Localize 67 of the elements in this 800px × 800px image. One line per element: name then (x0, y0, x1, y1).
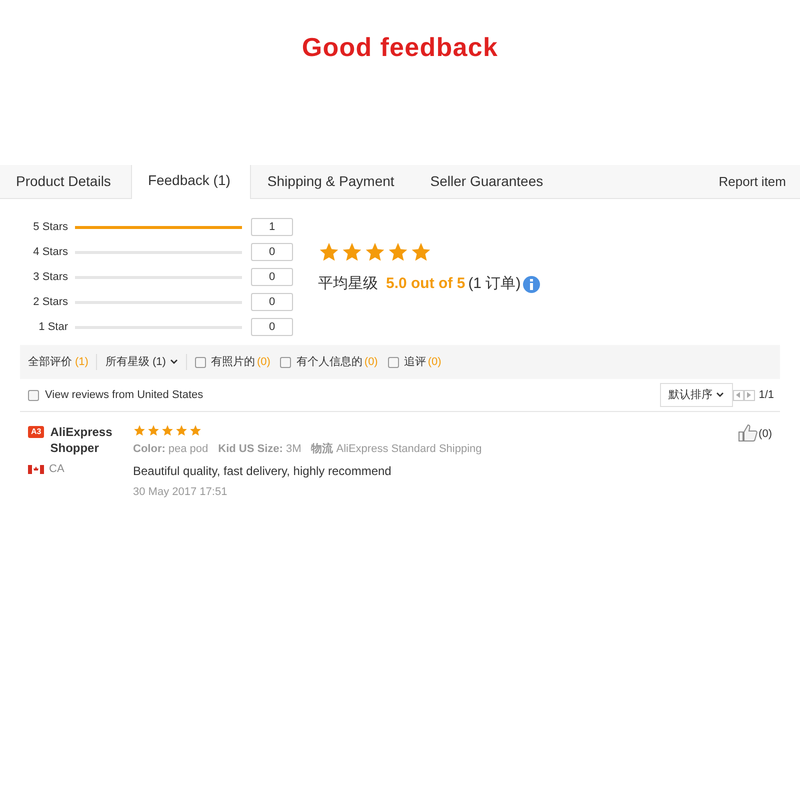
star-icon (189, 424, 202, 437)
star-icon (161, 424, 174, 437)
checkbox[interactable] (280, 356, 292, 368)
attribute-label: Color: (133, 442, 166, 457)
info-icon[interactable] (522, 276, 540, 293)
page-indicator: 1/1 (758, 388, 774, 403)
count-box: 0 (251, 268, 293, 286)
count-box: 0 (251, 243, 293, 261)
page-title: Good feedback (302, 32, 498, 62)
like-count: (0) (758, 427, 772, 442)
tab[interactable]: Feedback (1) (130, 165, 252, 199)
order-count: (1 订单) (468, 274, 521, 294)
star-icon (133, 424, 146, 437)
star-filter-dropdown[interactable]: 所有星级 (1) (105, 354, 187, 370)
tab[interactable]: Seller Guarantees (414, 165, 564, 198)
rating-label: 平均星级 (318, 274, 378, 294)
thumbs-up-icon[interactable] (738, 424, 758, 442)
star-level-label: 3 Stars (32, 270, 69, 285)
star-level-label: 4 Stars (32, 244, 69, 260)
filter-count: (0) (364, 354, 378, 370)
next-page-button[interactable] (744, 390, 755, 400)
filter-count: (1) (75, 354, 88, 370)
star-level-label: 5 Stars (32, 220, 69, 235)
caret-icon (736, 392, 740, 398)
sort-dropdown[interactable]: 默认排序 (660, 383, 733, 407)
attribute-value: 3M (286, 442, 302, 457)
chevron-icon (170, 359, 178, 365)
star-icon (147, 424, 160, 437)
count-box: 0 (251, 318, 293, 336)
tab[interactable]: Shipping & Payment (251, 165, 414, 198)
filter-count: (0) (428, 354, 442, 370)
star-icon (318, 241, 340, 263)
level-badge: A3 (28, 426, 44, 438)
filter-label: 追评 (404, 354, 426, 370)
filter-link[interactable]: 全部评价 (1) (28, 354, 98, 370)
caret-icon (747, 392, 752, 398)
review-date: 30 May 2017 17:51 (133, 484, 228, 500)
checkbox-label: View reviews from United States (45, 388, 204, 403)
checkbox[interactable] (194, 356, 206, 368)
filter-label: 有个人信息的 (296, 354, 362, 370)
star-icon (410, 241, 432, 263)
star-icon (341, 241, 363, 263)
review-text: Beautiful quality, fast delivery, highly recommend (133, 462, 392, 480)
filter-label: 有照片的 (210, 354, 255, 370)
reviewer-name[interactable]: AliExpress Shopper (50, 424, 130, 456)
report-link[interactable]: Report item (718, 172, 786, 192)
count-box: 0 (251, 293, 293, 311)
count-box: 1 (251, 218, 293, 236)
attribute-value: pea pod (168, 442, 208, 457)
checkbox[interactable] (28, 390, 39, 400)
filter-label: 全部评价 (28, 354, 72, 370)
attribute-label: Kid US Size: (218, 442, 283, 457)
star-icon (175, 424, 188, 437)
tab[interactable]: Product Details (0, 165, 131, 198)
prev-page-button[interactable] (732, 390, 744, 400)
attribute-value: AliExpress Standard Shipping (336, 442, 482, 457)
star-level-label: 1 Star (38, 320, 69, 335)
attribute-label: 物流 (311, 442, 334, 457)
chevron-icon (716, 392, 724, 398)
checkbox[interactable] (388, 356, 399, 368)
country-code: CA (49, 462, 64, 477)
filter-count: (0) (256, 354, 270, 370)
star-level-label: 2 Stars (32, 294, 69, 310)
star-icon (387, 241, 409, 263)
flag-icon (28, 464, 44, 474)
star-icon (364, 241, 386, 263)
rating-score: 5.0 out of 5 (386, 274, 466, 294)
